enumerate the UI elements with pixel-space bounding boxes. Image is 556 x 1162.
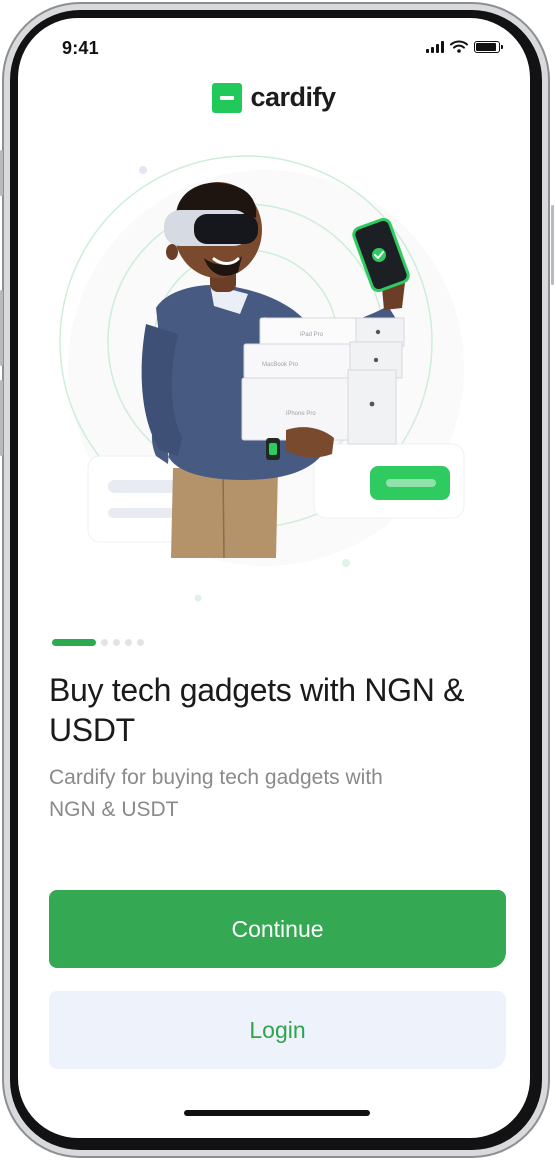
app-screen: 9:41 cardify iPad Pro MacBook Pro iPhone…: [18, 18, 530, 1138]
continue-button[interactable]: Continue: [49, 890, 506, 968]
battery-icon: [474, 40, 503, 53]
page-indicator-dot: [125, 639, 132, 646]
brand-name: cardify: [250, 82, 336, 112]
iphone-box-label: iPhone Pro: [286, 411, 316, 417]
side-button-left-top: [0, 150, 3, 196]
onboarding-page-indicator: [52, 639, 144, 646]
side-button-left-bottom: [0, 380, 3, 456]
login-button[interactable]: Login: [49, 991, 506, 1069]
page-indicator-dot: [101, 639, 108, 646]
macbook-box-label: MacBook Pro: [262, 362, 299, 368]
wifi-icon: [450, 40, 468, 53]
transaction-card-right: [313, 443, 465, 519]
page-indicator-dot: [137, 639, 144, 646]
status-icons: [426, 40, 503, 53]
cellular-signal-icon: [426, 40, 444, 53]
gadget-boxes-illustration: iPad Pro MacBook Pro iPhone Pro: [241, 317, 405, 460]
side-button-right: [551, 205, 554, 285]
home-indicator[interactable]: [184, 1110, 370, 1116]
page-indicator-dot: [113, 639, 120, 646]
side-button-left-mid: [0, 290, 3, 366]
onboarding-subtitle: Cardify for buying tech gadgets with NGN…: [49, 766, 383, 821]
onboarding-headline: Buy tech gadgets with NGN & USDT: [49, 672, 465, 748]
ipad-box-label: iPad Pro: [300, 332, 324, 338]
status-time: 9:41: [62, 38, 99, 58]
cardify-logo-icon: [212, 82, 243, 113]
page-indicator-dot-active: [52, 639, 96, 646]
hero-illustration: iPad Pro MacBook Pro iPhone Pro: [59, 155, 465, 602]
brand-logo: cardify: [18, 82, 530, 113]
